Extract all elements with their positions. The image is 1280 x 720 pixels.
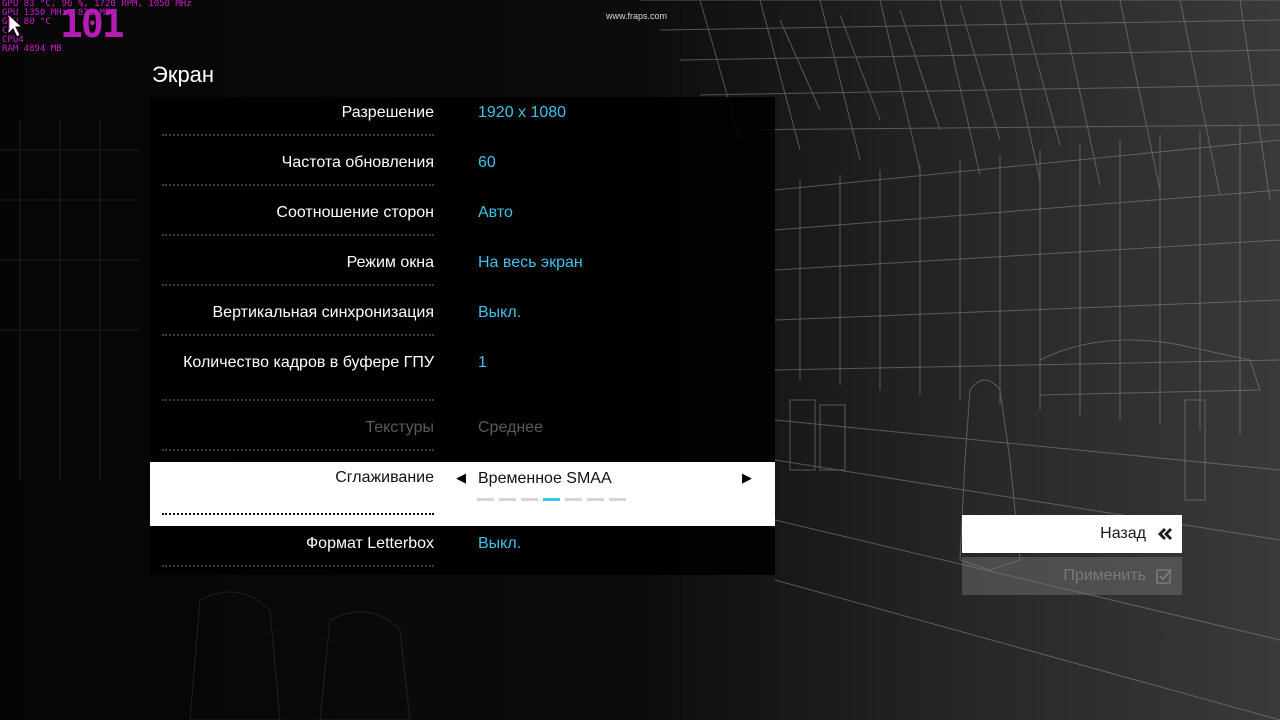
setting-label: Текстуры bbox=[365, 419, 434, 436]
row-divider bbox=[162, 134, 434, 136]
triangle-right-icon[interactable]: ▶ bbox=[742, 465, 752, 490]
fps-counter: 101 bbox=[60, 2, 125, 46]
setting-label: Количество кадров в буфере ГПУ bbox=[183, 354, 434, 371]
setting-value[interactable]: На весь экран bbox=[478, 250, 583, 275]
checkbox-check-icon bbox=[1156, 569, 1172, 584]
row-divider bbox=[162, 284, 434, 286]
row-divider bbox=[162, 449, 434, 451]
option-dot bbox=[477, 498, 494, 501]
settings-panel: Разрешение 1920 x 1080 Частота обновлени… bbox=[150, 97, 775, 575]
setting-value[interactable]: Временное SMAA bbox=[478, 466, 612, 491]
row-divider bbox=[162, 184, 434, 186]
option-dot bbox=[609, 498, 626, 501]
page-title: Экран bbox=[152, 62, 215, 87]
back-button-label: Назад bbox=[1100, 525, 1146, 542]
mouse-cursor-icon bbox=[7, 12, 24, 38]
row-divider bbox=[162, 565, 434, 567]
setting-row-resolution[interactable]: Разрешение 1920 x 1080 bbox=[150, 97, 775, 147]
setting-label: Сглаживание bbox=[335, 469, 434, 486]
option-indicator bbox=[477, 498, 626, 501]
row-divider bbox=[162, 399, 434, 401]
setting-label: Формат Letterbox bbox=[306, 535, 434, 552]
setting-value: Среднее bbox=[478, 419, 543, 436]
apply-button[interactable]: Применить bbox=[962, 557, 1182, 595]
option-dot bbox=[499, 498, 516, 501]
fraps-watermark: www.fraps.com bbox=[606, 11, 668, 21]
row-divider bbox=[162, 334, 434, 336]
performance-overlay: GPU 83 °C, 96 %, 1720 RPM, 1050 MHz GPU … bbox=[0, 0, 370, 60]
setting-label: Частота обновления bbox=[281, 154, 434, 171]
setting-label: Вертикальная синхронизация bbox=[212, 304, 435, 321]
setting-row-antialiasing[interactable]: Сглаживание ◀ Временное SMAA ▶ bbox=[150, 462, 775, 526]
setting-row-window-mode[interactable]: Режим окна На весь экран bbox=[150, 247, 775, 297]
double-chevron-left-icon bbox=[1158, 528, 1172, 540]
setting-row-vsync[interactable]: Вертикальная синхронизация Выкл. bbox=[150, 297, 775, 347]
apply-button-label: Применить bbox=[1063, 567, 1146, 584]
option-dot bbox=[587, 498, 604, 501]
setting-value[interactable]: Выкл. bbox=[478, 300, 521, 325]
game-screen: GPU 83 °C, 96 %, 1720 RPM, 1050 MHz GPU … bbox=[0, 0, 1280, 720]
setting-label: Разрешение bbox=[341, 104, 434, 121]
back-button[interactable]: Назад bbox=[962, 515, 1182, 553]
setting-value[interactable]: Выкл. bbox=[478, 531, 521, 556]
option-dot bbox=[521, 498, 538, 501]
option-dot-active bbox=[543, 498, 560, 501]
setting-value[interactable]: 60 bbox=[478, 150, 496, 175]
setting-row-gpu-buffered-frames[interactable]: Количество кадров в буфере ГПУ 1 bbox=[150, 347, 775, 412]
setting-value[interactable]: 1920 x 1080 bbox=[478, 100, 566, 125]
setting-row-refresh-rate[interactable]: Частота обновления 60 bbox=[150, 147, 775, 197]
setting-value[interactable]: 1 bbox=[478, 350, 487, 375]
setting-row-textures: Текстуры Среднее bbox=[150, 412, 775, 462]
triangle-left-icon[interactable]: ◀ bbox=[456, 465, 466, 490]
hud-line: RAM 4894 MB bbox=[2, 44, 62, 54]
row-divider bbox=[162, 513, 434, 515]
setting-value[interactable]: Авто bbox=[478, 200, 513, 225]
option-dot bbox=[565, 498, 582, 501]
setting-row-letterbox[interactable]: Формат Letterbox Выкл. bbox=[150, 526, 775, 575]
setting-label: Режим окна bbox=[346, 254, 434, 271]
setting-row-aspect-ratio[interactable]: Соотношение сторон Авто bbox=[150, 197, 775, 247]
setting-label: Соотношение сторон bbox=[276, 204, 434, 221]
row-divider bbox=[162, 234, 434, 236]
